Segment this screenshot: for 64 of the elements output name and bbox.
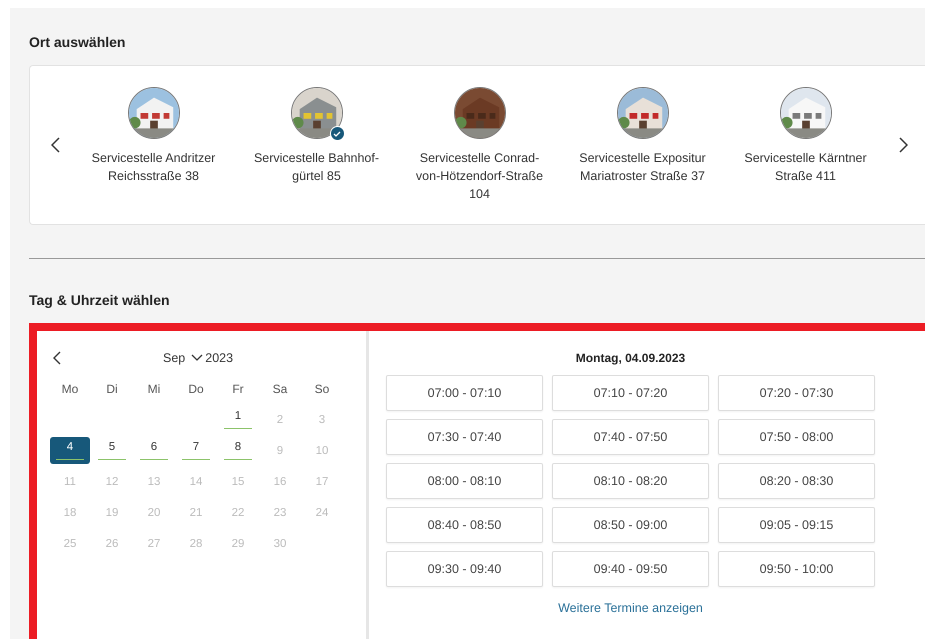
calendar-day: 24 [302,499,342,526]
time-slot-button[interactable]: 07:10 - 07:20 [552,375,709,411]
calendar-day: 16 [260,468,300,495]
time-slot-button[interactable]: 09:05 - 09:15 [718,507,875,543]
month-label[interactable]: Sep [163,351,186,365]
calendar-day: 12 [92,468,132,495]
time-slot-button[interactable]: 08:10 - 08:20 [552,463,709,499]
date-heading: Montag, 04.09.2023 [574,351,686,365]
time-slot-button[interactable]: 07:50 - 08:00 [718,419,875,455]
location-name[interactable]: Servicestelle Kärntner Straße 411 [738,149,874,185]
calendar-day[interactable]: 4 [50,437,90,464]
calendar-day: 2 [260,406,300,433]
calendar-day: 26 [92,530,132,557]
location-name[interactable]: Servicestelle Expositur Mariatroster Straße 37 [574,149,710,185]
year-label[interactable]: 2023 [205,351,234,365]
location-name[interactable]: Servicestelle Conrad-von-Hötzendorf-Straße 104 [412,149,548,203]
calendar-day: 27 [134,530,174,557]
weekday-label: Mi [146,380,162,398]
calendar-day: 15 [218,468,258,495]
time-slot-button[interactable]: 08:40 - 08:50 [386,507,543,543]
calendar-day: 30 [260,530,300,557]
section-title: Tag & Uhrzeit wählen [29,292,171,308]
weekday-label: Do [187,380,205,398]
calendar-day: 9 [260,437,300,464]
calendar-day[interactable]: 7 [176,437,216,464]
section-title: Ort auswählen [29,34,126,50]
calendar-day: 29 [218,530,258,557]
calendar-day: 23 [260,499,300,526]
calendar-day: 11 [50,468,90,495]
calendar-day: 17 [302,468,342,495]
calendar-day: 3 [302,406,342,433]
calendar-day[interactable]: 8 [218,437,258,464]
location-name[interactable]: Servicestelle Andritzer Reichsstraße 38 [86,149,222,185]
calendar-day: 19 [92,499,132,526]
time-slot-button[interactable]: 09:50 - 10:00 [718,551,875,587]
chevron-down-icon[interactable] [191,354,204,362]
location-name[interactable]: Servicestelle Bahnhof-gürtel 85 [248,149,384,185]
calendar-day[interactable]: 5 [92,437,132,464]
time-slot-button[interactable]: 08:20 - 08:30 [718,463,875,499]
weekday-label: Di [105,380,119,398]
time-slot-button[interactable]: 07:40 - 07:50 [552,419,709,455]
calendar-day: 13 [134,468,174,495]
time-slot-button[interactable]: 07:20 - 07:30 [718,375,875,411]
weekday-label: Fr [231,380,245,398]
more-appointments-link[interactable]: Weitere Termine anzeigen [386,601,875,615]
calendar-day: 28 [176,530,216,557]
calendar-day: 14 [176,468,216,495]
time-slot-button[interactable]: 08:50 - 09:00 [552,507,709,543]
weekday-label: So [314,380,330,398]
time-slot-button[interactable]: 07:30 - 07:40 [386,419,543,455]
weekday-label: Sa [272,380,288,398]
calendar-day[interactable]: 6 [134,437,174,464]
calendar-day: 20 [134,499,174,526]
weekday-label: Mo [60,380,80,398]
time-slot-button[interactable]: 09:30 - 09:40 [386,551,543,587]
time-slot-button[interactable]: 08:00 - 08:10 [386,463,543,499]
calendar-day: 22 [218,499,258,526]
calendar-day: 21 [176,499,216,526]
calendar-day[interactable]: 1 [218,406,258,433]
calendar-day: 10 [302,437,342,464]
time-slot-button[interactable]: 09:40 - 09:50 [552,551,709,587]
calendar-day: 18 [50,499,90,526]
time-slot-button[interactable]: 07:00 - 07:10 [386,375,543,411]
calendar-day: 25 [50,530,90,557]
